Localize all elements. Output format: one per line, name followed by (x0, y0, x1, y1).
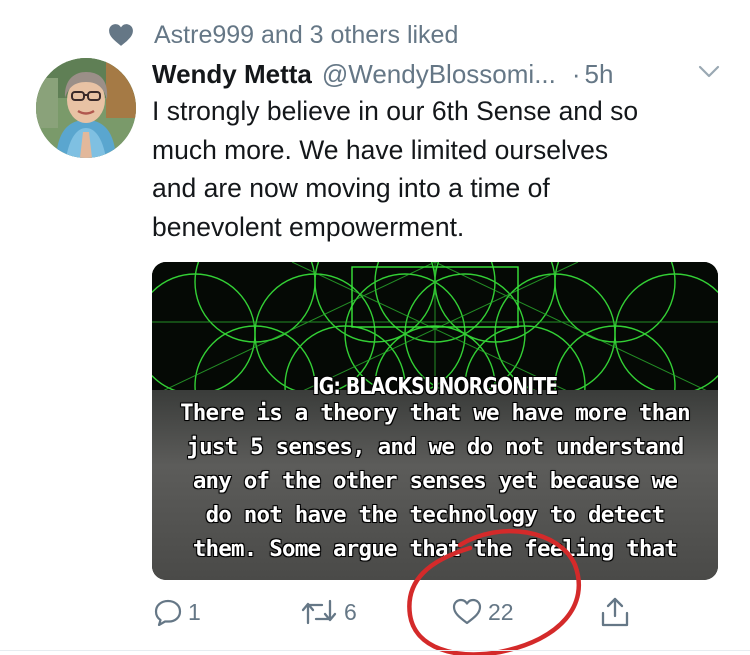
divider (0, 650, 750, 651)
share-button[interactable] (600, 590, 630, 634)
tweet-text: I strongly believe in our 6th Sense and … (152, 96, 639, 242)
tweet-media[interactable]: IG: BLACKSUNORGONITE There is a theory t… (152, 262, 718, 580)
chevron-down-icon[interactable] (698, 64, 720, 80)
share-icon (601, 597, 629, 627)
reply-count: 1 (188, 598, 201, 625)
reply-button[interactable]: 1 (154, 590, 201, 634)
retweet-icon (301, 599, 337, 625)
retweet-button[interactable]: 6 (300, 590, 357, 634)
like-heart-icon (452, 598, 482, 625)
social-context[interactable]: Astre999 and 3 others liked (108, 18, 458, 52)
media-caption: There is a theory that we have more than… (180, 400, 691, 562)
author-name[interactable]: Wendy Metta (152, 59, 312, 90)
tweet-actions: 1 6 22 (0, 590, 750, 634)
avatar-photo (36, 58, 136, 158)
tweet-time[interactable]: 5h (585, 59, 614, 90)
reply-icon (154, 599, 182, 626)
tweet-header: Wendy Metta @WendyBlossomi... · 5h (152, 56, 722, 92)
author-handle[interactable]: @WendyBlossomi... (322, 59, 556, 90)
retweet-count: 6 (344, 598, 357, 625)
avatar[interactable] (36, 58, 136, 158)
heart-icon (109, 24, 133, 46)
social-context-text: Astre999 and 3 others liked (154, 20, 459, 49)
like-button[interactable]: 22 (452, 590, 514, 634)
like-count: 22 (488, 598, 514, 625)
separator-dot: · (571, 58, 581, 89)
